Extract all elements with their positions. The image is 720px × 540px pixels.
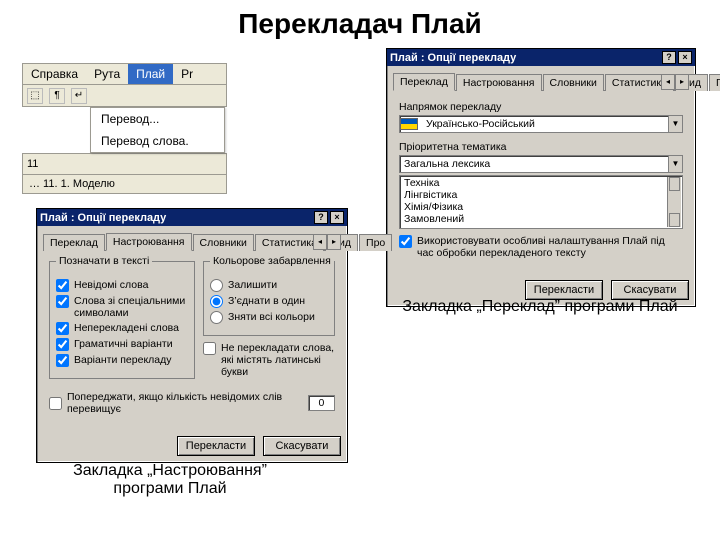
menubar: Справка Рута Плай Pr — [22, 63, 227, 85]
list-item[interactable]: Лінгвістика — [401, 189, 667, 201]
list-item[interactable]: Хімія/Фізика — [401, 201, 667, 213]
toolbar-icon-1[interactable]: ⬚ — [27, 88, 43, 104]
chevron-down-icon[interactable]: ▼ — [668, 156, 682, 172]
label-thematic: Пріоритетна тематика — [399, 141, 683, 153]
ua-flag-icon — [400, 118, 418, 130]
tab-nastroyuvannya[interactable]: Настроювання — [106, 233, 192, 251]
tab-pereklad[interactable]: Переклад — [43, 234, 105, 251]
list-item[interactable]: Техніка — [401, 177, 667, 189]
tab-scroll-right-icon[interactable]: ▸ — [675, 74, 689, 90]
status-line: … 11. 1. Моделю — [22, 175, 227, 194]
rad-keep[interactable]: Залишити — [210, 279, 328, 292]
chk-warn-threshold[interactable]: Попереджати, якщо кількість невідомих сл… — [49, 391, 335, 415]
titlebar-title: Плай : Опції перекладу — [40, 212, 166, 224]
plai-dropdown: Перевод... Перевод слова. — [90, 107, 225, 153]
tab-scroll-left-icon[interactable]: ◂ — [313, 234, 327, 250]
menu-perevod[interactable]: Перевод... — [91, 108, 224, 130]
ruler-bar: 11 — [22, 153, 227, 175]
help-icon[interactable]: ? — [314, 211, 328, 224]
tabstrip-left: Переклад Настроювання Словники Статистик… — [43, 232, 341, 251]
tab-scroll-right-icon[interactable]: ▸ — [327, 234, 341, 250]
chk-use-special-input[interactable] — [399, 235, 412, 248]
menu-pr[interactable]: Pr — [173, 64, 201, 84]
help-icon[interactable]: ? — [662, 51, 676, 64]
tab-pereklad[interactable]: Переклад — [393, 73, 455, 91]
chk-use-special-label: Використовувати особливі налаштування Пл… — [417, 235, 683, 259]
label-direction: Напрямок перекладу — [399, 101, 683, 113]
combo-direction-value: Українсько-Російський — [422, 118, 668, 130]
group-color: Кольорове забарвлення Залишити З’єднати … — [203, 261, 335, 336]
caption-pereklad: Закладка „Переклад” програми Плай — [390, 298, 690, 316]
ruler-value: 11 — [27, 158, 38, 170]
combo-thematic-value: Загальна лексика — [400, 158, 668, 170]
panel-left: Позначати в тексті Невідомі слова Слова … — [43, 251, 341, 424]
panel-right: Напрямок перекладу Українсько-Російський… — [393, 91, 689, 268]
chk-warn-label: Попереджати, якщо кількість невідомих сл… — [67, 391, 303, 415]
tabstrip-right: Переклад Настроювання Словники Статистик… — [393, 72, 689, 91]
tab-nastroyuvannya[interactable]: Настроювання — [456, 74, 542, 91]
chk-use-special[interactable]: Використовувати особливі налаштування Пл… — [399, 235, 683, 259]
pilcrow-icon[interactable]: ¶ — [49, 88, 65, 104]
translate-button[interactable]: Перекласти — [177, 436, 255, 456]
tab-slovnyky[interactable]: Словники — [543, 74, 604, 91]
app-menu-snippet: Справка Рута Плай Pr ⬚ ¶ ↵ Перевод... Пе… — [22, 63, 227, 194]
tab-scroll-left-icon[interactable]: ◂ — [661, 74, 675, 90]
combo-thematic[interactable]: Загальна лексика ▼ — [399, 155, 683, 173]
group-title-color: Кольорове забарвлення — [210, 255, 334, 267]
group-mark-in-text: Позначати в тексті Невідомі слова Слова … — [49, 261, 195, 379]
listbox-thematics[interactable]: Техніка Лінгвістика Хімія/Фізика Замовле… — [399, 175, 683, 229]
menu-help[interactable]: Справка — [23, 64, 86, 84]
cancel-button[interactable]: Скасувати — [263, 436, 341, 456]
close-icon[interactable]: × — [678, 51, 692, 64]
chk-grammar-variants[interactable]: Граматичні варіанти — [56, 338, 188, 351]
chk-untranslated[interactable]: Неперекладені слова — [56, 322, 188, 335]
cancel-button[interactable]: Скасувати — [611, 280, 689, 300]
dialog-nastroyuvannya: Плай : Опції перекладу ? × Переклад Наст… — [36, 208, 348, 463]
warn-threshold-input[interactable]: 0 — [308, 395, 335, 411]
chk-no-latin[interactable]: Не перекладати слова, які містять латинс… — [203, 342, 335, 378]
rad-clear[interactable]: Зняти всі кольори — [210, 311, 328, 324]
group-title-mark: Позначати в тексті — [56, 255, 152, 267]
scrollbar[interactable] — [667, 177, 681, 227]
tab-pro[interactable]: Про — [359, 234, 392, 251]
caption-nastroyuvannya: Закладка „Настроювання” програми Плай — [40, 462, 300, 498]
titlebar-pereklad: Плай : Опції перекладу ? × — [387, 49, 695, 66]
chevron-down-icon[interactable]: ▼ — [668, 116, 682, 132]
tab-pro[interactable]: Про — [709, 74, 720, 91]
titlebar-nastroyuvannya: Плай : Опції перекладу ? × — [37, 209, 347, 226]
tab-slovnyky[interactable]: Словники — [193, 234, 254, 251]
toolbar: ⬚ ¶ ↵ — [22, 85, 227, 107]
combo-direction[interactable]: Українсько-Російський ▼ — [399, 115, 683, 133]
list-item[interactable]: Замовлений — [401, 213, 667, 225]
rad-merge[interactable]: З’єднати в один — [210, 295, 328, 308]
chk-translation-variants[interactable]: Варіанти перекладу — [56, 354, 188, 367]
chk-unknown-words[interactable]: Невідомі слова — [56, 279, 188, 292]
chk-special-symbols[interactable]: Слова зі спеціальними символами — [56, 295, 188, 319]
close-icon[interactable]: × — [330, 211, 344, 224]
page-title: Перекладач Плай — [0, 0, 720, 44]
translate-button[interactable]: Перекласти — [525, 280, 603, 300]
dialog-pereklad: Плай : Опції перекладу ? × Переклад Наст… — [386, 48, 696, 307]
toolbar-icon-3[interactable]: ↵ — [71, 88, 87, 104]
menu-plai[interactable]: Плай — [128, 64, 173, 84]
titlebar-title: Плай : Опції перекладу — [390, 52, 516, 64]
menu-perevod-slova[interactable]: Перевод слова. — [91, 130, 224, 152]
menu-ruta[interactable]: Рута — [86, 64, 128, 84]
